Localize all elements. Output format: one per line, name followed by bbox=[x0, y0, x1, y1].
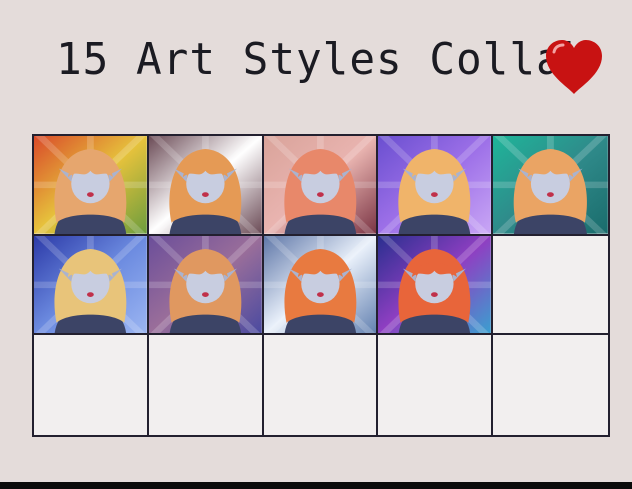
portrait-art bbox=[263, 136, 377, 234]
portrait-art bbox=[34, 235, 147, 334]
portrait-art bbox=[493, 136, 608, 234]
art-slot bbox=[34, 235, 149, 336]
empty-slot bbox=[149, 335, 264, 435]
empty-slot bbox=[264, 335, 379, 435]
art-slot bbox=[378, 136, 494, 236]
empty-slot bbox=[493, 335, 608, 435]
art-slot bbox=[263, 136, 379, 236]
portrait-art bbox=[148, 235, 262, 334]
art-slot bbox=[148, 136, 264, 236]
heart-icon bbox=[546, 40, 602, 94]
empty-slot bbox=[493, 236, 608, 336]
portrait-art bbox=[263, 235, 377, 334]
art-slot bbox=[493, 136, 608, 236]
art-slot bbox=[263, 235, 379, 336]
empty-slot bbox=[378, 335, 494, 435]
empty-slot bbox=[34, 335, 149, 435]
portrait-art bbox=[378, 235, 492, 334]
portrait-art bbox=[34, 136, 147, 234]
art-slot bbox=[34, 136, 149, 236]
art-slot bbox=[148, 235, 264, 336]
portrait-art bbox=[378, 136, 492, 234]
bottom-bar bbox=[0, 482, 632, 489]
page-title: 15 Art Styles Collab bbox=[56, 34, 590, 85]
portrait-art bbox=[148, 136, 262, 234]
art-slot bbox=[378, 235, 494, 336]
collab-grid bbox=[32, 134, 610, 437]
